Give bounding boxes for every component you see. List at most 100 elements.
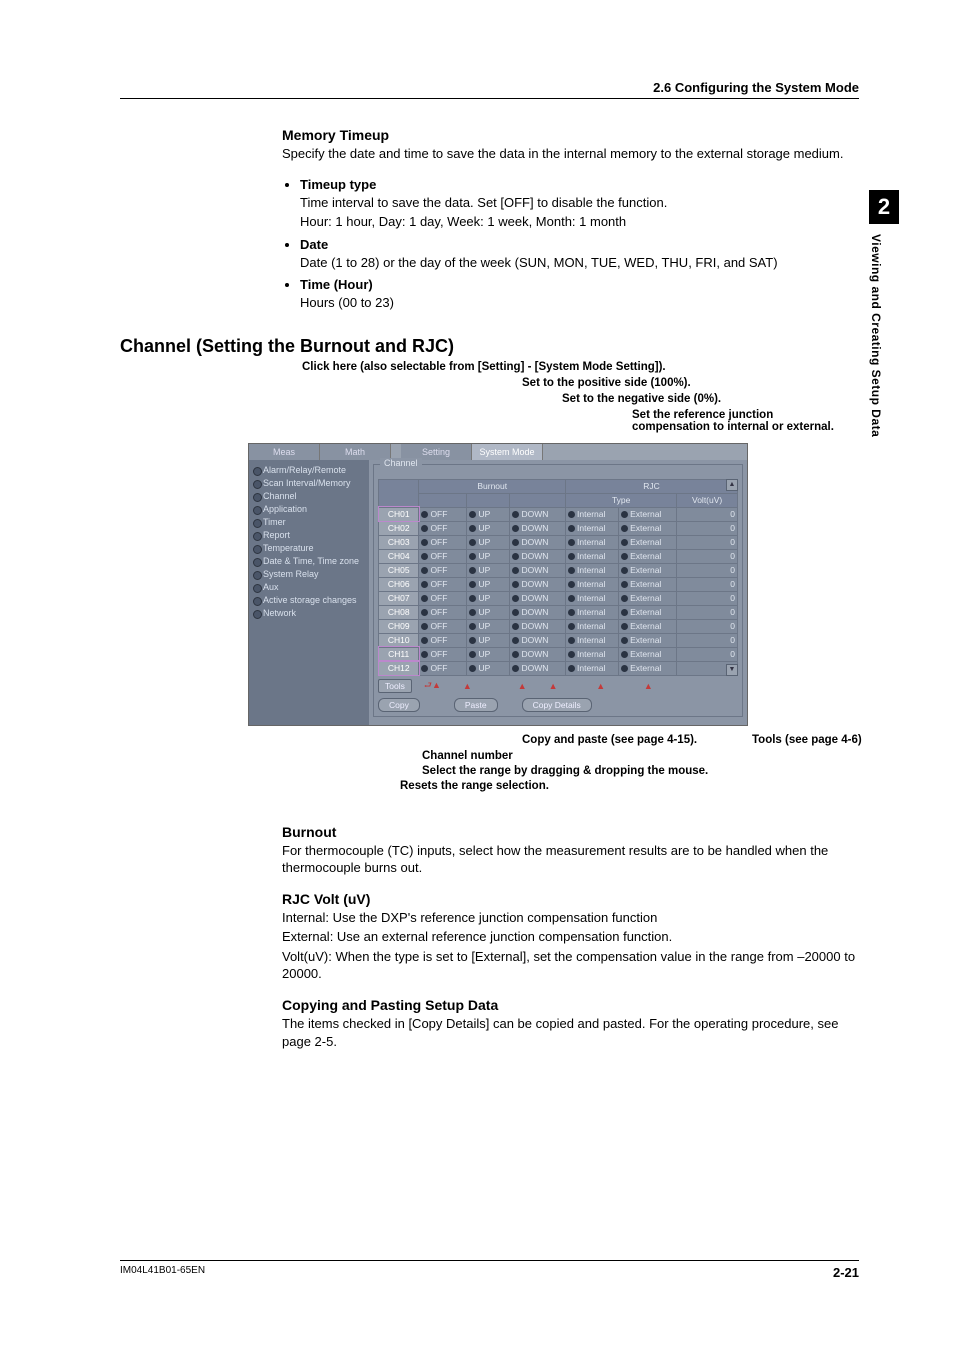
tab-system-mode[interactable]: System Mode: [472, 444, 543, 460]
external-cell[interactable]: External: [619, 577, 677, 591]
down-cell[interactable]: DOWN: [510, 619, 566, 633]
off-cell[interactable]: OFF: [419, 563, 467, 577]
internal-cell[interactable]: Internal: [566, 563, 619, 577]
channel-cell[interactable]: CH07: [379, 591, 419, 605]
internal-cell[interactable]: Internal: [566, 535, 619, 549]
up-cell[interactable]: UP: [467, 647, 510, 661]
down-cell[interactable]: DOWN: [510, 647, 566, 661]
sidebar-item[interactable]: Report: [253, 529, 365, 542]
channel-cell[interactable]: CH02: [379, 521, 419, 535]
copy-button[interactable]: Copy: [378, 698, 420, 712]
up-cell[interactable]: UP: [467, 563, 510, 577]
volt-cell[interactable]: 0: [677, 577, 738, 591]
off-cell[interactable]: OFF: [419, 535, 467, 549]
volt-cell[interactable]: 0: [677, 647, 738, 661]
up-cell[interactable]: UP: [467, 521, 510, 535]
external-cell[interactable]: External: [619, 507, 677, 521]
down-cell[interactable]: DOWN: [510, 507, 566, 521]
channel-cell[interactable]: CH01: [379, 507, 419, 521]
sidebar-item[interactable]: Network: [253, 607, 365, 620]
external-cell[interactable]: External: [619, 535, 677, 549]
off-cell[interactable]: OFF: [419, 507, 467, 521]
tab-meas[interactable]: Meas: [249, 444, 320, 460]
channel-cell[interactable]: CH05: [379, 563, 419, 577]
off-cell[interactable]: OFF: [419, 605, 467, 619]
volt-cell[interactable]: 0: [677, 619, 738, 633]
external-cell[interactable]: External: [619, 619, 677, 633]
down-cell[interactable]: DOWN: [510, 563, 566, 577]
scroll-up-icon[interactable]: ▲: [726, 479, 738, 491]
up-cell[interactable]: UP: [467, 549, 510, 563]
external-cell[interactable]: External: [619, 563, 677, 577]
down-cell[interactable]: DOWN: [510, 549, 566, 563]
sidebar-item[interactable]: Alarm/Relay/Remote: [253, 464, 365, 477]
sidebar-item[interactable]: System Relay: [253, 568, 365, 581]
up-cell[interactable]: UP: [467, 591, 510, 605]
volt-cell[interactable]: 0: [677, 535, 738, 549]
internal-cell[interactable]: Internal: [566, 619, 619, 633]
down-cell[interactable]: DOWN: [510, 591, 566, 605]
down-cell[interactable]: DOWN: [510, 577, 566, 591]
down-cell[interactable]: DOWN: [510, 521, 566, 535]
channel-cell[interactable]: CH12: [379, 661, 419, 675]
sidebar-item[interactable]: Channel: [253, 490, 365, 503]
off-cell[interactable]: OFF: [419, 647, 467, 661]
sidebar-item[interactable]: Timer: [253, 516, 365, 529]
external-cell[interactable]: External: [619, 661, 677, 675]
external-cell[interactable]: External: [619, 605, 677, 619]
channel-cell[interactable]: CH06: [379, 577, 419, 591]
volt-cell[interactable]: 0: [677, 605, 738, 619]
channel-cell[interactable]: CH08: [379, 605, 419, 619]
internal-cell[interactable]: Internal: [566, 647, 619, 661]
off-cell[interactable]: OFF: [419, 591, 467, 605]
off-cell[interactable]: OFF: [419, 521, 467, 535]
scroll-down-icon[interactable]: ▼: [726, 664, 738, 676]
off-cell[interactable]: OFF: [419, 661, 467, 675]
internal-cell[interactable]: Internal: [566, 549, 619, 563]
external-cell[interactable]: External: [619, 549, 677, 563]
up-cell[interactable]: UP: [467, 577, 510, 591]
down-cell[interactable]: DOWN: [510, 661, 566, 675]
external-cell[interactable]: External: [619, 591, 677, 605]
internal-cell[interactable]: Internal: [566, 661, 619, 675]
sidebar-item[interactable]: Scan Interval/Memory: [253, 477, 365, 490]
external-cell[interactable]: External: [619, 633, 677, 647]
channel-cell[interactable]: CH11: [379, 647, 419, 661]
internal-cell[interactable]: Internal: [566, 605, 619, 619]
channel-cell[interactable]: CH09: [379, 619, 419, 633]
channel-cell[interactable]: CH04: [379, 549, 419, 563]
channel-cell[interactable]: CH03: [379, 535, 419, 549]
off-cell[interactable]: OFF: [419, 619, 467, 633]
sidebar-item[interactable]: Aux: [253, 581, 365, 594]
paste-button[interactable]: Paste: [454, 698, 498, 712]
up-cell[interactable]: UP: [467, 661, 510, 675]
copy-details-button[interactable]: Copy Details: [522, 698, 592, 712]
off-cell[interactable]: OFF: [419, 549, 467, 563]
down-cell[interactable]: DOWN: [510, 605, 566, 619]
up-cell[interactable]: UP: [467, 507, 510, 521]
sidebar-item[interactable]: Date & Time, Time zone: [253, 555, 365, 568]
internal-cell[interactable]: Internal: [566, 521, 619, 535]
volt-cell[interactable]: 0: [677, 507, 738, 521]
external-cell[interactable]: External: [619, 521, 677, 535]
sidebar-item[interactable]: Active storage changes: [253, 594, 365, 607]
internal-cell[interactable]: Internal: [566, 577, 619, 591]
tools-button[interactable]: Tools: [378, 679, 412, 693]
up-cell[interactable]: UP: [467, 605, 510, 619]
volt-cell[interactable]: 0: [677, 633, 738, 647]
sidebar-item[interactable]: Temperature: [253, 542, 365, 555]
up-cell[interactable]: UP: [467, 535, 510, 549]
off-cell[interactable]: OFF: [419, 633, 467, 647]
volt-cell[interactable]: 0: [677, 549, 738, 563]
down-cell[interactable]: DOWN: [510, 633, 566, 647]
internal-cell[interactable]: Internal: [566, 591, 619, 605]
off-cell[interactable]: OFF: [419, 577, 467, 591]
up-cell[interactable]: UP: [467, 633, 510, 647]
internal-cell[interactable]: Internal: [566, 633, 619, 647]
internal-cell[interactable]: Internal: [566, 507, 619, 521]
external-cell[interactable]: External: [619, 647, 677, 661]
down-cell[interactable]: DOWN: [510, 535, 566, 549]
sidebar-item[interactable]: Application: [253, 503, 365, 516]
channel-cell[interactable]: CH10: [379, 633, 419, 647]
volt-cell[interactable]: 0: [677, 521, 738, 535]
